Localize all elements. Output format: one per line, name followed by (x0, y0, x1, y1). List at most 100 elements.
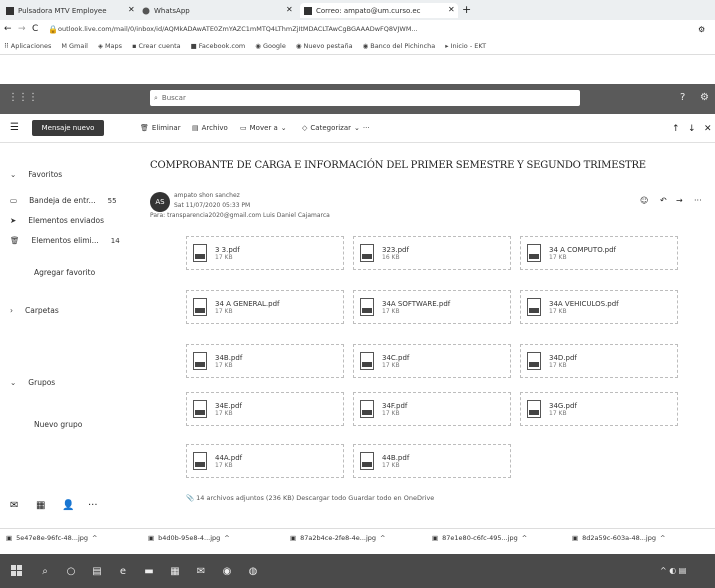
new-tab-icon[interactable]: + (462, 3, 471, 16)
more-icon[interactable]: ··· (88, 500, 98, 511)
back-icon[interactable]: ← (4, 24, 14, 34)
attachment-size: 17 KB (215, 253, 233, 261)
more-icon[interactable]: ··· (363, 124, 370, 132)
address-bar: ← → C 🔒 outlook.live.com/mail/0/inbox/id… (0, 20, 715, 38)
browser-tab-1[interactable]: WhatsApp (142, 3, 292, 18)
categorize-button[interactable]: ◇ Categorizar ⌄ ··· (302, 124, 370, 132)
close-icon[interactable]: ✕ (128, 5, 135, 14)
bookmark-new-tab[interactable]: ◉ Nuevo pestaña (296, 42, 353, 50)
attachment-card[interactable]: 34D.pdf 17 KB (520, 344, 678, 378)
search-input[interactable]: Buscar (162, 94, 186, 102)
download-item[interactable]: ▣ 5e47e8e-96fc-48...jpg ^ (6, 534, 98, 542)
extension-icon[interactable]: ⚙ (698, 25, 705, 34)
chevron-up-icon[interactable]: ^ (380, 534, 385, 542)
url-field[interactable]: outlook.live.com/mail/0/inbox/id/AQMkADA… (58, 25, 618, 33)
cortana-icon[interactable]: ○ (62, 562, 80, 580)
calendar-icon[interactable]: ▦ (36, 500, 45, 511)
close-icon[interactable]: ✕ (704, 124, 712, 134)
browser-tab-2[interactable]: Correo: ampato@um.curso.ec (300, 3, 458, 18)
settings-icon[interactable]: ⚙ (700, 92, 709, 103)
whatsapp-icon[interactable]: ◍ (244, 562, 262, 580)
bookmark-ekt[interactable]: ▸ Inicio - EKT (445, 42, 486, 50)
download-item[interactable]: ▣ 87e1e80-c6fc-495...jpg ^ (432, 534, 527, 542)
hamburger-menu-icon[interactable]: ☰ (10, 122, 19, 133)
attachment-name: 44B.pdf (382, 453, 410, 462)
download-item[interactable]: ▣ 8d2a59c-603a-48...jpg ^ (572, 534, 665, 542)
system-tray[interactable]: ^ ◐ ▤ (660, 566, 686, 575)
up-arrow-icon[interactable]: ↑ (672, 124, 680, 134)
chevron-up-icon[interactable]: ^ (522, 534, 527, 542)
more-icon[interactable]: ··· (694, 196, 702, 205)
attachment-card[interactable]: 3 3.pdf 17 KB (186, 236, 344, 270)
search-icon[interactable]: ⌕ (36, 562, 54, 580)
chevron-up-icon[interactable]: ^ (660, 534, 665, 542)
folder-icon: ▭ (240, 124, 247, 132)
sender-name[interactable]: ampato shon sanchez (174, 192, 240, 199)
reply-all-icon[interactable]: ↶ (660, 196, 667, 205)
windows-start-icon[interactable] (8, 562, 26, 580)
attachment-size: 17 KB (215, 461, 233, 469)
nav-add-favorite[interactable]: Agregar favorito (34, 268, 95, 277)
bookmark-bank[interactable]: ◉ Banco del Pichincha (363, 42, 436, 50)
nav-inbox[interactable]: ▭ Bandeja de entr... 55 (10, 196, 117, 205)
attachment-card[interactable]: 34E.pdf 17 KB (186, 392, 344, 426)
chevron-up-icon[interactable]: ^ (92, 534, 97, 542)
attachment-card[interactable]: 34 A COMPUTO.pdf 17 KB (520, 236, 678, 270)
forward-icon[interactable]: → (18, 24, 28, 34)
avatar[interactable]: AS (150, 192, 170, 212)
browser-tab-0[interactable]: Pulsadora MTV Employee (6, 3, 116, 18)
attachment-card[interactable]: 34B.pdf 17 KB (186, 344, 344, 378)
nav-new-group[interactable]: Nuevo grupo (34, 420, 82, 429)
close-icon[interactable]: ✕ (286, 5, 293, 14)
attachment-card[interactable]: 34A SOFTWARE.pdf 17 KB (353, 290, 511, 324)
nav-folders[interactable]: › Carpetas (10, 306, 59, 315)
bookmark-facebook[interactable]: ■ Facebook.com (191, 42, 246, 50)
chevron-up-icon[interactable]: ^ (224, 534, 229, 542)
chrome-icon[interactable]: ◉ (218, 562, 236, 580)
download-item[interactable]: ▣ b4d0b-95e8-4...jpg ^ (148, 534, 230, 542)
download-item[interactable]: ▣ 87a2b4ce-2fe8-4e...jpg ^ (290, 534, 385, 542)
nav-sent[interactable]: ➤ Elementos enviados (10, 216, 104, 225)
new-message-button[interactable]: Mensaje nuevo (32, 120, 104, 136)
bookmark-google[interactable]: ◉ Google (255, 42, 286, 50)
bookmark-maps[interactable]: ◈ Maps (98, 42, 122, 50)
attachment-card[interactable]: 323.pdf 16 KB (353, 236, 511, 270)
attachments-footer[interactable]: 📎 14 archivos adjuntos (236 KB) Descarga… (186, 494, 434, 502)
bookmark-apps[interactable]: ⠿ Aplicaciones (4, 42, 51, 50)
down-arrow-icon[interactable]: ↓ (688, 124, 696, 134)
pdf-file-icon (360, 298, 374, 316)
file-explorer-icon[interactable]: ▬ (140, 562, 158, 580)
store-icon[interactable]: ▦ (166, 562, 184, 580)
people-icon[interactable]: 👤 (62, 500, 74, 511)
forward-icon[interactable]: → (676, 196, 683, 205)
edge-icon[interactable]: e (114, 562, 132, 580)
archive-button[interactable]: ▤ Archivo (192, 124, 228, 132)
attachment-card[interactable]: 34A VEHICULOS.pdf 17 KB (520, 290, 678, 324)
inbox-icon: ▭ (10, 196, 18, 205)
emoji-icon[interactable]: ☺ (640, 196, 648, 205)
attachment-card[interactable]: 34F.pdf 17 KB (353, 392, 511, 426)
nav-deleted[interactable]: 🗑 Elementos elimi... 14 (10, 236, 120, 245)
attachment-card[interactable]: 34C.pdf 17 KB (353, 344, 511, 378)
attachment-card[interactable]: 34 A GENERAL.pdf 17 KB (186, 290, 344, 324)
close-icon[interactable]: ✕ (448, 5, 455, 14)
delete-button[interactable]: 🗑 Eliminar (140, 124, 181, 132)
reload-icon[interactable]: C (32, 24, 42, 34)
attachment-name: 34G.pdf (549, 401, 577, 410)
image-file-icon: ▣ (290, 534, 297, 542)
attachment-card[interactable]: 44A.pdf 17 KB (186, 444, 344, 478)
bookmark-gmail[interactable]: M Gmail (61, 42, 88, 50)
bookmark-create[interactable]: ▪ Crear cuenta (132, 42, 181, 50)
mail-icon[interactable]: ✉ (10, 500, 18, 511)
app-launcher-icon[interactable]: ⋮⋮⋮ (8, 92, 38, 103)
task-view-icon[interactable]: ▤ (88, 562, 106, 580)
mail-app-icon[interactable]: ✉ (192, 562, 210, 580)
email-date: Sat 11/07/2020 05:33 PM (174, 202, 251, 209)
attachment-card[interactable]: 44B.pdf 17 KB (353, 444, 511, 478)
nav-groups[interactable]: ⌄ Grupos (10, 378, 55, 387)
nav-favorites[interactable]: ⌄ Favoritos (10, 170, 62, 179)
search-box[interactable]: ⌕ Buscar (150, 90, 580, 106)
attachment-card[interactable]: 34G.pdf 17 KB (520, 392, 678, 426)
help-icon[interactable]: ? (680, 92, 685, 103)
move-to-button[interactable]: ▭ Mover a ⌄ (240, 124, 287, 132)
